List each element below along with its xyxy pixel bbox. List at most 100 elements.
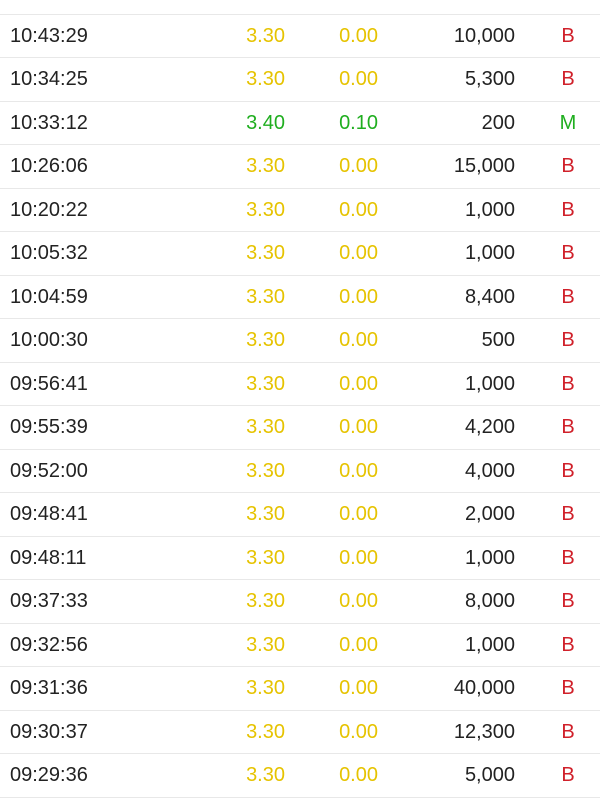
trade-time: 10:34:25 [10,68,88,90]
trade-volume: 8,000 [464,590,515,612]
trade-change: 0.00 [339,329,378,351]
trade-row[interactable]: 10:43:29 3.30 0.00 10,000 B [0,15,600,58]
trade-time: 10:26:06 [10,155,88,177]
trade-change: 0.00 [339,633,378,656]
trade-price: 3.30 [246,459,285,482]
trade-volume: 5,000 [464,764,515,786]
trade-change: 0.00 [339,285,378,308]
trade-price: 3.30 [246,503,285,525]
trade-time: 09:37:33 [10,590,88,612]
trade-price: 3.30 [246,416,285,438]
trade-price: 3.30 [246,68,285,90]
trade-price: 3.30 [246,546,285,569]
trade-change: 0.00 [339,372,378,395]
trade-time: 10:05:32 [10,242,88,264]
trade-change: 0.00 [339,546,378,569]
trade-change: 0.00 [339,68,378,90]
trade-price: 3.30 [246,590,285,612]
trade-volume: 1,000 [464,633,515,656]
trade-volume: 4,000 [464,459,515,482]
trade-time: 09:29:36 [10,764,88,786]
trade-row[interactable]: 10:20:22 3.30 0.00 1,000 B [0,189,600,232]
trade-change: 0.00 [339,242,378,264]
trade-time: 10:43:29 [10,24,88,47]
trade-price: 3.30 [246,764,285,786]
trade-price: 3.30 [246,633,285,656]
trade-side-badge: B [561,677,575,699]
trade-side-badge: B [561,198,575,221]
trade-row[interactable]: 10:04:59 3.30 0.00 8,400 B [0,276,600,319]
trade-side-badge: B [561,372,575,395]
trade-row[interactable]: 10:26:06 3.30 0.00 15,000 B [0,145,600,189]
trade-side-badge: B [561,764,575,786]
trade-change: 0.00 [339,590,378,612]
trade-row[interactable]: 10:00:30 3.30 0.00 500 B [0,319,600,363]
trade-row[interactable]: 09:56:41 3.30 0.00 1,000 B [0,363,600,406]
trade-volume: 4,200 [464,416,515,438]
trade-time: 09:31:36 [10,677,88,699]
trade-time: 09:52:00 [10,459,88,482]
trade-side-badge: B [561,155,575,177]
trade-volume: 12,300 [453,720,515,743]
trade-time: 09:30:37 [10,720,88,743]
trade-change: 0.00 [339,459,378,482]
trade-rows: 10:43:29 3.30 0.00 10,000 B 10:34:25 3.30 0.00 5… [0,0,600,798]
trade-time: 10:20:22 [10,198,88,221]
trade-time: 09:56:41 [10,372,88,395]
trade-volume: 15,000 [453,155,515,177]
trade-time: 09:48:41 [10,503,88,525]
trade-volume: 2,000 [464,503,515,525]
trade-change: 0.00 [339,155,378,177]
trade-row[interactable] [0,0,600,15]
trade-row[interactable]: 09:29:36 3.30 0.00 5,000 B [0,754,600,798]
trade-row[interactable]: 09:32:56 3.30 0.00 1,000 B [0,624,600,667]
trade-row[interactable]: 09:31:36 3.30 0.00 40,000 B [0,667,600,711]
trade-time: 09:32:56 [10,633,88,656]
trade-price: 3.30 [246,372,285,395]
trade-row[interactable]: 09:52:00 3.30 0.00 4,000 B [0,450,600,493]
trade-side-badge: B [561,590,575,612]
trade-side-badge: B [561,546,575,569]
trade-volume: 500 [481,329,515,351]
trade-list[interactable]: 10:43:29 3.30 0.00 10,000 B 10:34:25 3.30 0.00 5… [0,0,600,800]
trade-change: 0.00 [339,720,378,743]
trade-side-badge: B [561,329,575,351]
trade-volume: 1,000 [464,546,515,569]
trade-volume: 40,000 [453,677,515,699]
trade-time: 09:48:11 [10,546,87,569]
trade-side-badge: B [561,24,575,47]
trade-side-badge: B [561,633,575,656]
trade-volume: 1,000 [464,198,515,221]
trade-time: 10:04:59 [10,285,88,308]
trade-change: 0.10 [339,111,378,134]
trade-price: 3.40 [246,111,285,134]
trade-price: 3.30 [246,720,285,743]
trade-change: 0.00 [339,503,378,525]
trade-row[interactable]: 09:37:33 3.30 0.00 8,000 B [0,580,600,624]
trade-side-badge: B [561,503,575,525]
trade-price: 3.30 [246,242,285,264]
trade-change: 0.00 [339,24,378,47]
trade-side-badge: B [561,416,575,438]
trade-volume: 10,000 [453,24,515,47]
trade-row[interactable]: 10:05:32 3.30 0.00 1,000 B [0,232,600,276]
trade-side-badge [558,0,578,15]
trade-time: 10:33:12 [10,111,88,134]
trade-price: 3.30 [246,329,285,351]
trade-price: 3.30 [246,24,285,47]
trade-change: 0.00 [339,677,378,699]
trade-row[interactable]: 09:48:41 3.30 0.00 2,000 B [0,493,600,537]
trade-volume: 5,300 [464,68,515,90]
trade-volume: 8,400 [464,285,515,308]
trade-volume: 1,000 [464,242,515,264]
trade-side-badge: M [559,111,577,134]
trade-change: 0.00 [339,198,378,221]
trade-row[interactable]: 09:48:11 3.30 0.00 1,000 B [0,537,600,580]
trade-row[interactable]: 09:30:37 3.30 0.00 12,300 B [0,711,600,754]
trade-row[interactable]: 10:33:12 3.40 0.10 200 M [0,102,600,145]
trade-side-badge: B [561,285,575,308]
trade-side-badge: B [561,242,575,264]
trade-row[interactable]: 10:34:25 3.30 0.00 5,300 B [0,58,600,102]
trade-price: 3.30 [246,677,285,699]
trade-row[interactable]: 09:55:39 3.30 0.00 4,200 B [0,406,600,450]
